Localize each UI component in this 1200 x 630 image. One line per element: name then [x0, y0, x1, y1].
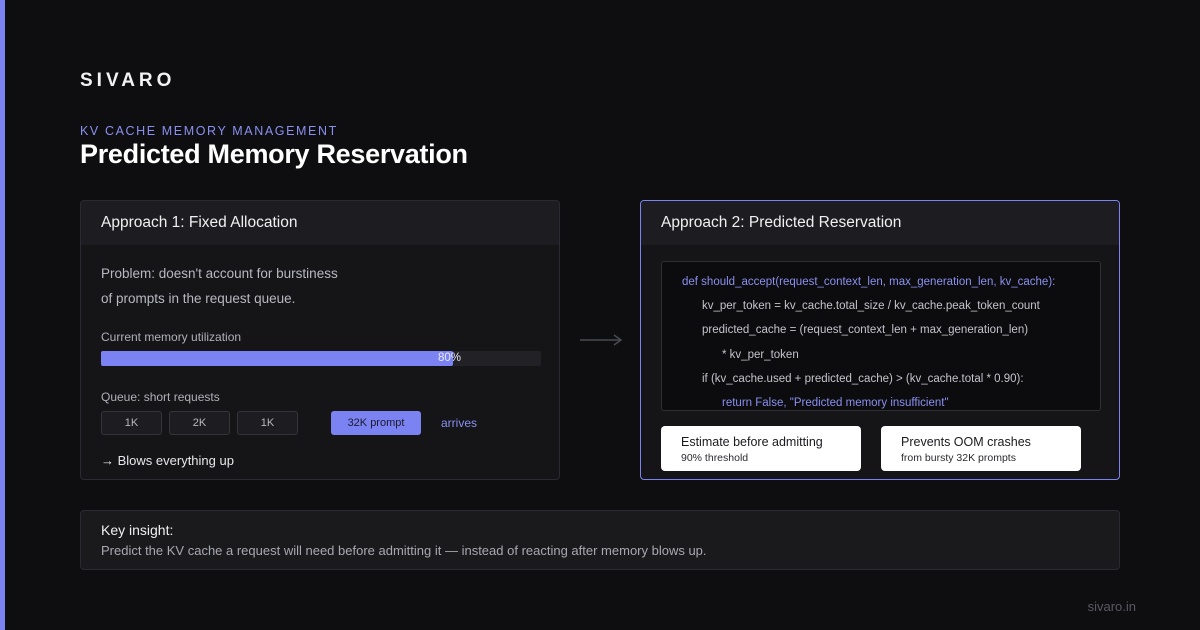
key-insight-body: Predict the KV cache a request will need…	[101, 543, 707, 558]
problem-line-1: Problem: doesn't account for burstiness	[101, 266, 338, 281]
key-insight-box: Key insight: Predict the KV cache a requ…	[80, 510, 1120, 570]
memory-utilization-label: Current memory utilization	[101, 330, 242, 344]
queue-chip: 2K	[169, 411, 230, 435]
arrives-label: arrives	[441, 416, 478, 430]
code-line: predicted_cache = (request_context_len +…	[702, 324, 1029, 337]
memory-utilization-fill	[101, 351, 453, 366]
estimate-pill: Estimate before admitting 90% threshold	[661, 426, 861, 471]
code-line: if (kv_cache.used + predicted_cache) > (…	[702, 372, 1024, 385]
outcome-text: → Blows everything up	[101, 453, 234, 468]
brand-logo: SIVARO	[80, 70, 176, 91]
footer-url[interactable]: sivaro.in	[1088, 599, 1136, 614]
prevents-pill: Prevents OOM crashes from bursty 32K pro…	[881, 426, 1081, 471]
memory-utilization-percent: 80%	[438, 352, 462, 364]
big-prompt-chip: 32K prompt	[331, 411, 421, 435]
queue-chip: 1K	[237, 411, 298, 435]
code-line: return False, "Predicted memory insuffic…	[722, 397, 949, 409]
flow-arrow-icon	[580, 334, 623, 346]
problem-line-2: of prompts in the request queue.	[101, 291, 296, 306]
code-block: def should_accept(request_context_len, m…	[661, 261, 1101, 411]
prevents-pill-subtitle: from bursty 32K prompts	[901, 452, 1016, 464]
key-insight-heading: Key insight:	[101, 522, 174, 538]
approach2-title: Approach 2: Predicted Reservation	[641, 201, 1119, 245]
section-kicker: KV CACHE MEMORY MANAGEMENT	[80, 124, 338, 138]
approach1-card: Approach 1: Fixed Allocation Problem: do…	[80, 200, 560, 480]
estimate-pill-title: Estimate before admitting	[681, 435, 823, 449]
approach1-title: Approach 1: Fixed Allocation	[81, 201, 559, 245]
approach2-card: Approach 2: Predicted Reservation def sh…	[640, 200, 1120, 480]
code-line: kv_per_token = kv_cache.total_size / kv_…	[702, 300, 1040, 313]
approach1-problem: Problem: doesn't account for burstiness …	[101, 261, 338, 311]
code-line: def should_accept(request_context_len, m…	[682, 276, 1056, 288]
estimate-pill-subtitle: 90% threshold	[681, 452, 749, 464]
memory-utilization-bar: 80%	[101, 351, 541, 366]
code-line: * kv_per_token	[722, 348, 799, 361]
queue-label: Queue: short requests	[101, 390, 220, 404]
prevents-pill-title: Prevents OOM crashes	[901, 435, 1031, 449]
page-title: Predicted Memory Reservation	[80, 139, 468, 169]
queue-chip: 1K	[101, 411, 162, 435]
left-accent-bar	[0, 0, 5, 630]
